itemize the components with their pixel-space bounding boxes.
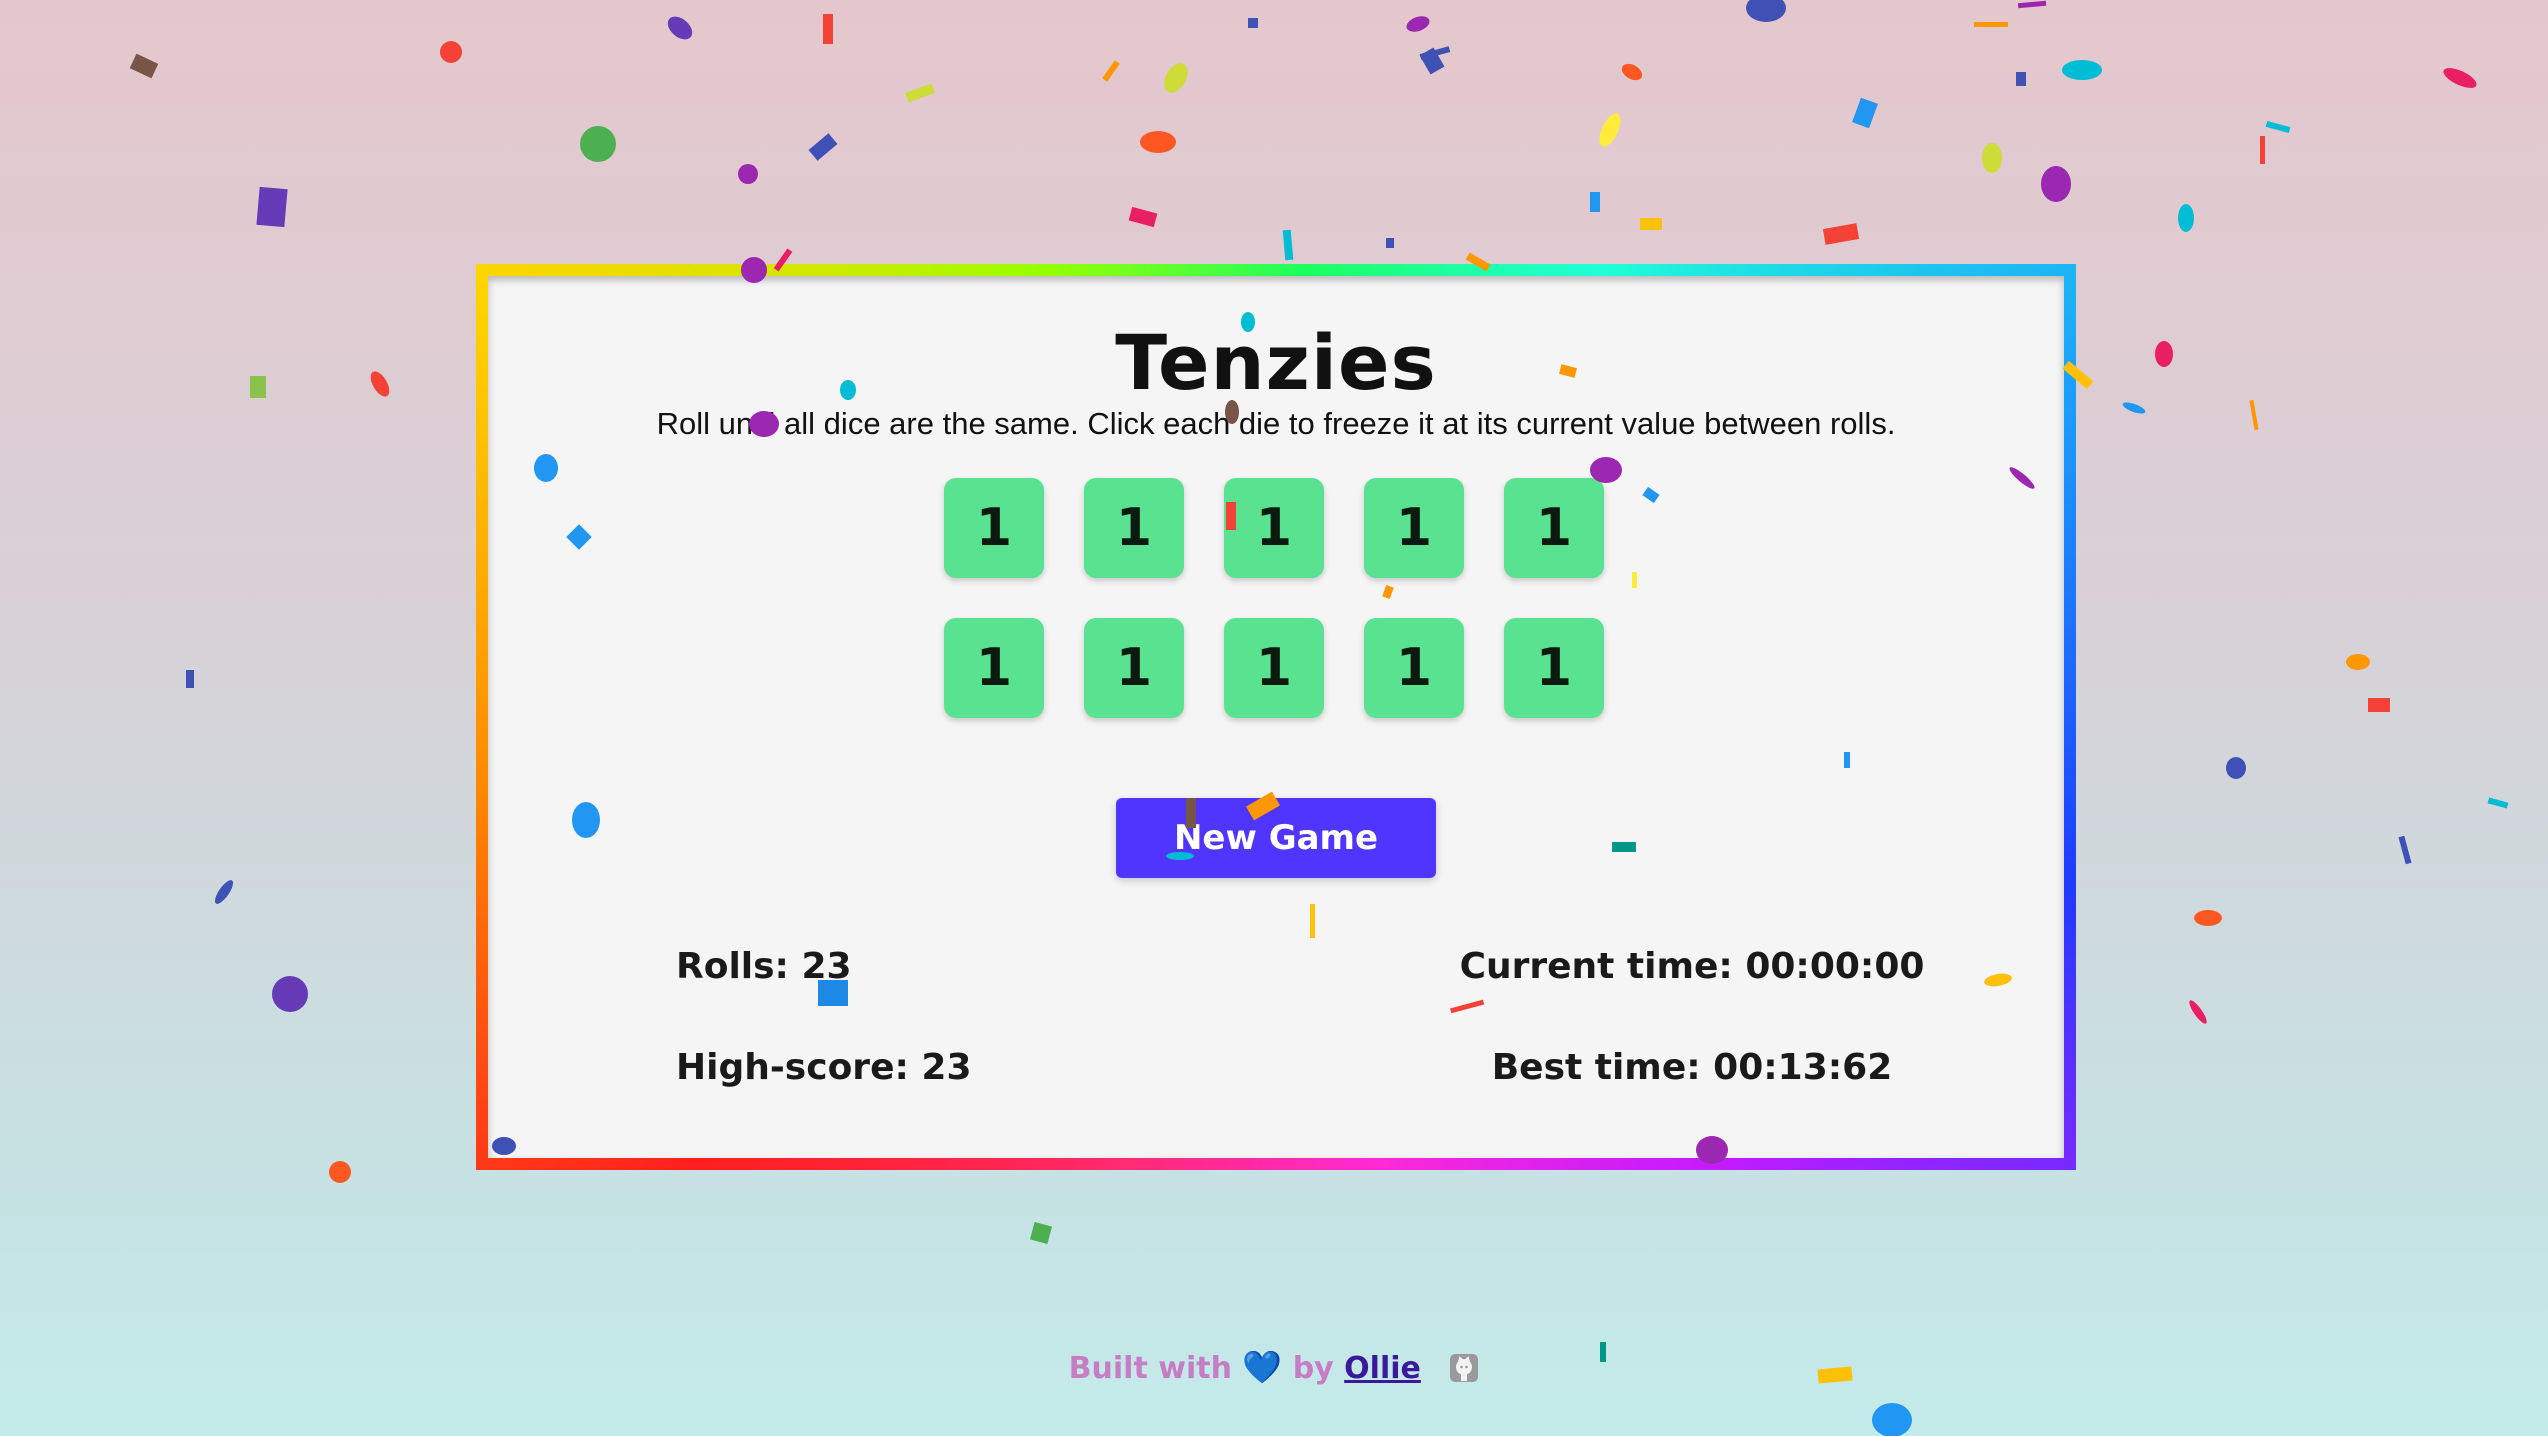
die-9[interactable]: 1 (1364, 618, 1464, 718)
current-time: Current time: 00:00:00 (1459, 946, 1925, 987)
game-card: Tenzies Roll until all dice are the same… (488, 276, 2064, 1158)
die-5[interactable]: 1 (1504, 478, 1604, 578)
die-1[interactable]: 1 (944, 478, 1044, 578)
die-3[interactable]: 1 (1224, 478, 1324, 578)
die-2[interactable]: 1 (1084, 478, 1184, 578)
github-icon[interactable] (1449, 1353, 1479, 1383)
new-game-button[interactable]: New Game (1116, 798, 1436, 878)
high-score: High-score: 23 (676, 1047, 972, 1088)
die-10[interactable]: 1 (1504, 618, 1604, 718)
rolls-count: Rolls: 23 (676, 946, 852, 987)
dice-grid: 1 1 1 1 1 1 1 1 1 1 (944, 478, 1604, 718)
die-7[interactable]: 1 (1084, 618, 1184, 718)
die-8[interactable]: 1 (1224, 618, 1324, 718)
built-with-text: Built with (1068, 1351, 1232, 1386)
best-time: Best time: 00:13:62 (1491, 1047, 1893, 1088)
die-4[interactable]: 1 (1364, 478, 1464, 578)
author-link[interactable]: Ollie (1344, 1351, 1421, 1386)
footer: Built with 💙 by Ollie (0, 1348, 2548, 1386)
game-frame: Tenzies Roll until all dice are the same… (476, 264, 2076, 1170)
page-title: Tenzies (1115, 318, 1437, 407)
heart-icon: 💙 (1242, 1348, 1283, 1386)
instructions-text: Roll until all dice are the same. Click … (656, 406, 1896, 441)
die-6[interactable]: 1 (944, 618, 1044, 718)
by-text: by (1292, 1351, 1334, 1386)
